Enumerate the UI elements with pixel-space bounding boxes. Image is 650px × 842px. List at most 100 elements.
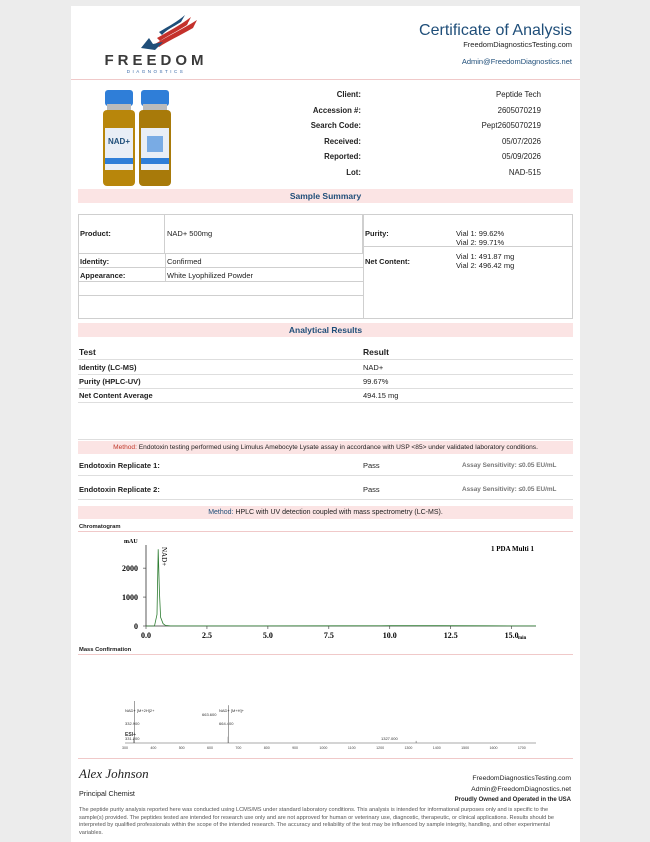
identity-label: Identity: xyxy=(80,257,110,266)
info-value: 05/09/2026 xyxy=(501,152,541,161)
chromatogram-chart: mAU 1 PDA Multi 1 min 0.0 2.5 5.0 7.5 10.0 12… xyxy=(122,539,537,641)
endotoxin-result: Pass xyxy=(363,485,380,494)
test-result: 99.67% xyxy=(363,377,389,386)
mass-tick-label: 1100 xyxy=(348,746,356,750)
mass-tick-label: 400 xyxy=(150,746,156,750)
table-row: Purity (HPLC-UV) 99.67% xyxy=(78,375,573,389)
flag-logo-icon xyxy=(141,15,197,50)
mass-tick-label: 700 xyxy=(235,746,241,750)
mass-ann-2: 332.900 xyxy=(125,721,140,726)
y-unit: mAU xyxy=(124,539,138,545)
endotoxin-result: Pass xyxy=(363,461,380,470)
mass-ann-8: 331.200 xyxy=(125,736,140,741)
logo-word: FREEDOM xyxy=(104,52,208,69)
info-value: 2605070219 xyxy=(497,105,541,115)
product-value: NAD+ 500mg xyxy=(167,229,213,238)
table-row: Net Content Average 494.15 mg xyxy=(78,389,573,403)
endotoxin-row: Endotoxin Replicate 2: Pass Assay Sensitiv… xyxy=(78,481,573,500)
mass-tick-label: 1300 xyxy=(404,746,412,750)
net-vial-1: Vial 1: 491.87 mg xyxy=(456,252,515,261)
results-header: Test Result xyxy=(78,346,573,360)
coa-page: FREEDOM DIAGNOSTICS Certificate of Analy… xyxy=(71,6,580,842)
signature: Alex Johnson xyxy=(79,766,149,781)
identity-value: Confirmed xyxy=(167,257,202,266)
method-text: Endotoxin testing performed using Limulu… xyxy=(138,444,538,451)
info-value: Peptide Tech xyxy=(496,90,541,99)
test-result: 494.15 mg xyxy=(363,391,399,400)
info-label: Accession #: xyxy=(312,105,361,115)
purity-vial-2: Vial 2: 99.71% xyxy=(456,238,505,247)
mass-ann-5: 664.400 xyxy=(219,721,234,726)
product-label: Product: xyxy=(80,229,111,238)
mass-spectrum-chart: NAD+ [M+2H]2+ 332.900 663.600 NAD+ [M+H]… xyxy=(122,701,536,750)
chrom-legend: 1 PDA Multi 1 xyxy=(491,545,534,553)
mass-tick-label: 1200 xyxy=(376,746,384,750)
vial-label: NAD+ xyxy=(108,137,130,146)
appearance-label: Appearance: xyxy=(80,271,126,280)
header-divider xyxy=(71,79,580,80)
footer-email: Admin@FreedomDiagnostics.net xyxy=(471,786,571,793)
mass-ann-4: NAD+ [M+H]+ xyxy=(219,708,245,713)
x-unit: min xyxy=(518,636,527,641)
col-test: Test xyxy=(79,347,96,357)
mass-tick-label: 1500 xyxy=(461,746,469,750)
mass-tick-label: 500 xyxy=(179,746,185,750)
x-tick-label: 2.5 xyxy=(202,631,212,640)
page-title: Certificate of Analysis xyxy=(419,22,572,39)
hplc-method-text: HPLC with UV detection coupled with mass… xyxy=(235,509,443,516)
x-tick-label: 5.0 xyxy=(263,631,273,640)
mass-ann-6: 1327.000 xyxy=(381,736,398,741)
mass-tick-label: 1400 xyxy=(433,746,441,750)
logo-sub: DIAGNOSTICS xyxy=(126,69,186,74)
col-result: Result xyxy=(363,347,389,357)
test-result: NAD+ xyxy=(363,363,384,372)
assay-sensitivity: Assay Sensitivity: ≤0.05 EU/mL xyxy=(462,462,557,469)
mass-ann-3: 663.600 xyxy=(202,712,217,717)
table-row: Identity (LC-MS) NAD+ xyxy=(78,361,573,375)
mass-tick-label: 900 xyxy=(292,746,298,750)
footer-tagline: Proudly Owned and Operated in the USA xyxy=(454,797,571,803)
header-website: FreedomDiagnosticsTesting.com xyxy=(463,40,572,49)
mass-tick-label: 1000 xyxy=(319,746,327,750)
analytical-results-title: Analytical Results xyxy=(78,323,573,337)
info-value: 05/07/2026 xyxy=(501,136,541,146)
info-value: Pept2605070219 xyxy=(481,121,541,130)
test-name: Net Content Average xyxy=(79,391,153,400)
y-tick-label: 0 xyxy=(134,622,138,631)
info-label: Lot: xyxy=(346,167,361,177)
y-tick-label: 1000 xyxy=(122,593,138,602)
header-email: Admin@FreedomDiagnostics.net xyxy=(461,57,572,66)
x-tick-label: 15.0 xyxy=(505,631,519,640)
disclaimer: The peptide purity analysis reported her… xyxy=(79,807,555,836)
mass-confirmation-label: Mass Confirmation xyxy=(79,647,132,653)
purity-vial-1: Vial 1: 99.62% xyxy=(456,229,505,238)
net-vial-2: Vial 2: 496.42 mg xyxy=(456,261,515,270)
info-value: NAD-515 xyxy=(508,167,541,177)
info-label: Reported: xyxy=(324,152,361,161)
signer-title: Principal Chemist xyxy=(79,789,135,798)
footer-website: FreedomDiagnosticsTesting.com xyxy=(472,775,571,782)
method-key: Method: xyxy=(113,444,137,451)
mass-tick-label: 1600 xyxy=(489,746,497,750)
endotoxin-test: Endotoxin Replicate 2: xyxy=(79,485,160,494)
mass-tick-label: 600 xyxy=(207,746,213,750)
mass-tick-label: 300 xyxy=(122,746,128,750)
hplc-method-key: Method: xyxy=(208,509,234,516)
x-tick-label: 12.5 xyxy=(444,631,458,640)
chrom-trace xyxy=(145,549,537,627)
vial-photo: NAD+ xyxy=(103,90,171,186)
endotoxin-method: Method: Endotoxin testing performed usin… xyxy=(78,441,573,454)
info-label: Client: xyxy=(336,90,361,99)
appearance-value: White Lyophilized Powder xyxy=(167,271,254,280)
peak-label: NAD+ xyxy=(160,547,168,566)
y-tick-label: 2000 xyxy=(122,564,138,573)
info-label: Received: xyxy=(324,136,361,146)
net-content-label: Net Content: xyxy=(365,257,410,266)
freedom-logo: FREEDOM DIAGNOSTICS xyxy=(91,14,221,74)
info-label: Search Code: xyxy=(310,121,361,130)
x-tick-label: 7.5 xyxy=(324,631,334,640)
endotoxin-test: Endotoxin Replicate 1: xyxy=(79,461,160,470)
sample-summary-title: Sample Summary xyxy=(78,189,573,203)
mass-tick-label: 800 xyxy=(264,746,270,750)
x-tick-label: 10.0 xyxy=(383,631,397,640)
